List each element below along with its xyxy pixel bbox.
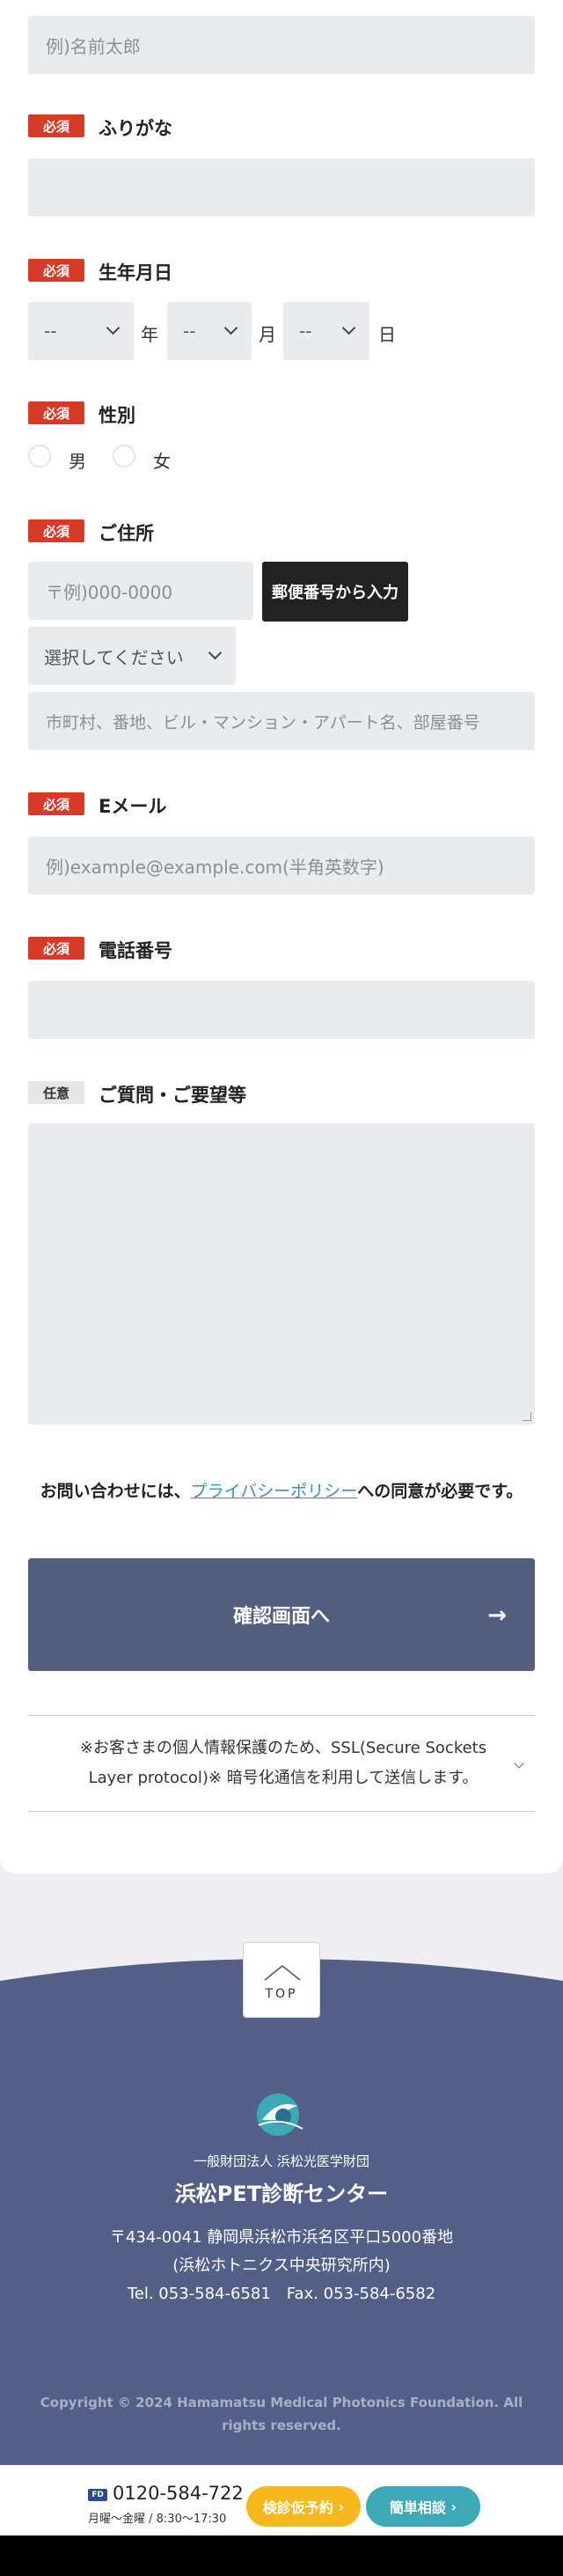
prefecture-select[interactable]: 選択してください [28,627,236,685]
chevron-down-icon [341,320,356,335]
reserve-button[interactable]: 検診仮予約 › [246,2486,361,2527]
arrow-right-icon: → [487,1602,507,1629]
chevron-down-icon [106,320,121,335]
zip-input[interactable]: 〒例)000-0000 [28,562,253,620]
required-badge: 必須 [28,937,84,960]
form-card: 例)名前太郎 必須 ふりがな 必須 生年月日 -- 年 -- 月 -- 日 必須… [0,0,563,1873]
optional-badge: 任意 [28,1081,84,1104]
address-label: ご住所 [99,523,154,544]
organization-subtitle: 一般財団法人 浜松光医学財団 [194,2153,369,2169]
inquiry-textarea[interactable] [28,1123,535,1424]
address-input[interactable]: 市町村、番地、ビル・マンション・アパート名、部屋番号 [28,692,535,750]
name-input[interactable]: 例)名前太郎 [28,16,535,74]
birth-year-value: -- [44,320,57,342]
top-button-label: TOP [265,1987,298,2001]
chevron-right-icon: › [333,2498,345,2515]
organization-name: 浜松PET診断センター [174,2182,389,2206]
birth-label: 生年月日 [99,262,172,283]
gender-male-radio[interactable] [28,445,51,467]
consult-button[interactable]: 簡単相談 › [366,2486,480,2527]
gender-male-label: 男 [69,451,86,472]
agree-suffix: への同意が必要です。 [357,1482,523,1501]
email-label: Eメール [99,796,167,817]
gender-label: 性別 [99,405,135,426]
ssl-note-text: ※お客さまの個人情報保護のため、SSL(Secure Sockets Layer… [79,1739,487,1787]
email-input[interactable]: 例)example@example.com(半角英数字) [28,836,535,894]
prefecture-value: 選択してください [44,646,184,668]
required-badge: 必須 [28,259,84,282]
address-line: 〒434-0041 静岡県浜松市浜名区平口5000番地 [109,2228,454,2247]
month-unit: 月 [259,324,276,345]
birth-day-value: -- [299,320,312,342]
footer-address: 〒434-0041 静岡県浜松市浜名区平口5000番地 (浜松ホトニクス中央研究… [0,2224,563,2308]
privacy-agreement: お問い合わせには、プライバシーポリシーへの同意が必要です。 [28,1479,535,1504]
contact-line: Tel. 053-584-6581 Fax. 053-584-6582 [127,2285,436,2303]
chevron-down-icon [208,645,223,660]
birth-month-value: -- [183,320,196,342]
agree-prefix: お問い合わせには、 [40,1482,191,1501]
birth-day-select[interactable]: -- [283,302,369,360]
inquiry-label: ご質問・ご要望等 [99,1085,246,1106]
zip-lookup-button[interactable]: 郵便番号から入力 [262,562,408,622]
privacy-policy-link[interactable]: プライバシーポリシー [191,1482,358,1501]
page: 例)名前太郎 必須 ふりがな 必須 生年月日 -- 年 -- 月 -- 日 必須… [0,0,563,2576]
required-badge: 必須 [28,792,84,815]
chevron-down-icon [223,320,238,335]
gender-female-label: 女 [153,451,171,472]
birth-year-select[interactable]: -- [28,302,134,360]
confirm-button[interactable]: 確認画面へ → [28,1558,535,1671]
chevron-up-icon [264,1965,301,1981]
bottom-strip [0,2536,563,2576]
freedial-icon: FD [88,2489,107,2501]
required-badge: 必須 [28,401,84,424]
address-line: (浜松ホトニクス中央研究所内) [172,2256,391,2275]
year-unit: 年 [141,324,158,345]
chevron-down-icon [514,1758,524,1769]
phone-label: 電話番号 [99,940,172,961]
gender-female-radio[interactable] [113,445,135,467]
birth-month-select[interactable]: -- [167,302,252,360]
required-badge: 必須 [28,519,84,542]
furigana-label: ふりがな [99,118,172,139]
reserve-button-label: 検診仮予約 [262,2499,333,2516]
furigana-input[interactable] [28,158,535,217]
required-badge: 必須 [28,114,84,137]
phone-number-link[interactable]: 0120-584-722 [113,2483,244,2504]
confirm-button-label: 確認画面へ [232,1606,330,1628]
resize-handle-icon[interactable] [523,1412,531,1421]
ssl-note-accordion[interactable]: ※お客さまの個人情報保護のため、SSL(Secure Sockets Layer… [28,1715,535,1812]
phone-input[interactable] [28,981,535,1039]
day-unit: 日 [378,324,396,345]
business-hours: 月曜〜金曜 / 8:30〜17:30 [88,2513,227,2526]
copyright: Copyright © 2024 Hamamatsu Medical Photo… [40,2395,523,2433]
foundation-logo-icon [257,2094,303,2136]
back-to-top-button[interactable]: TOP [243,1942,320,2018]
consult-button-label: 簡単相談 [389,2499,446,2516]
chevron-right-icon: › [445,2498,457,2515]
